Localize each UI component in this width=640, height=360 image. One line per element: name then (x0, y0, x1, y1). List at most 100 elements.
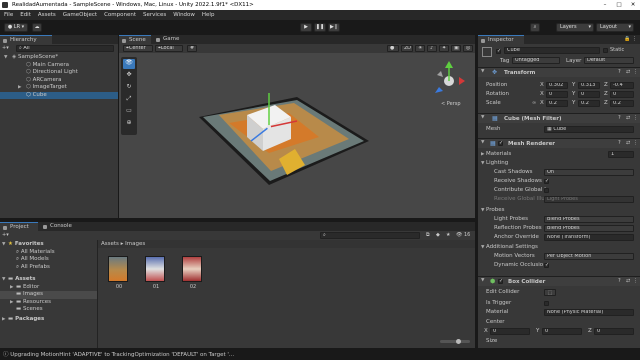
mesh-field[interactable]: ▦ Cube (544, 126, 634, 133)
expand-arrow-icon[interactable]: ▼ (481, 244, 484, 252)
close-icon[interactable]: ✕ (626, 0, 640, 10)
transform-header[interactable]: ▼ ✥ Transform ? ⇄ ⋮ (478, 67, 640, 77)
mesh-renderer-header[interactable]: ▼ ▦ Mesh Renderer ? ⇄ ⋮ (478, 138, 640, 148)
component-menu-icon[interactable]: ⋮ (633, 140, 638, 146)
component-menu-icon[interactable]: ⋮ (633, 69, 638, 75)
edit-collider-button[interactable]: ⬚ (544, 289, 556, 296)
asset-thumbnail[interactable]: 02 (182, 256, 204, 292)
orientation-gizmo[interactable] (435, 61, 465, 93)
is-trigger-checkbox[interactable] (544, 301, 549, 306)
collapse-arrow-icon[interactable]: ▼ (481, 278, 484, 283)
cast-shadows-dropdown[interactable]: On (544, 169, 634, 176)
help-icon[interactable]: ? (618, 278, 621, 284)
asset-thumbnail[interactable]: 01 (145, 256, 167, 292)
project-search-input[interactable]: ⌕ (320, 232, 420, 239)
rotation-y-input[interactable]: 0 (578, 91, 600, 98)
mesh-filter-header[interactable]: ▼ ▦ Cube (Mesh Filter) ? ⇄ ⋮ (478, 113, 640, 123)
help-icon[interactable]: ? (618, 115, 621, 121)
center-y-input[interactable]: 0 (542, 328, 582, 335)
favorite-item[interactable]: ⌕ All Models (0, 256, 97, 264)
folder-item[interactable]: ▶ ▬ Editor (0, 284, 97, 292)
search-icon[interactable]: ⌕ (530, 23, 540, 32)
lock-icon[interactable]: 🔒 (624, 36, 630, 42)
box-collider-header[interactable]: ▼ ⬢ Box Collider ? ⇄ ⋮ (478, 276, 640, 286)
hierarchy-item[interactable]: ⬡ Directional Light (0, 69, 118, 77)
layers-dropdown[interactable]: Layers ▾ (556, 23, 594, 32)
zoom-slider[interactable] (440, 338, 470, 344)
center-z-input[interactable]: 0 (594, 328, 634, 335)
tab-project[interactable]: Project (0, 222, 38, 231)
shading-icon[interactable]: ● (387, 45, 399, 52)
breadcrumb-images[interactable]: Images (125, 241, 145, 247)
asset-thumbnail[interactable]: 00 (108, 256, 130, 292)
hierarchy-item[interactable]: ⬡ Main Camera (0, 62, 118, 70)
tab-hierarchy[interactable]: Hierarchy (0, 35, 52, 44)
preset-icon[interactable]: ⇄ (626, 278, 630, 284)
collapse-arrow-icon[interactable]: ▼ (481, 69, 484, 74)
pause-button[interactable]: ❚❚ (314, 23, 326, 32)
favorites-header[interactable]: ▼ ★ Favorites (0, 241, 97, 249)
collapse-arrow-icon[interactable]: ▼ (481, 115, 484, 120)
audio-icon[interactable]: ♪ (427, 45, 437, 52)
filter-icon[interactable]: ⧉ (426, 232, 430, 238)
favorite-icon[interactable]: ★ (446, 232, 450, 238)
expand-arrow-icon[interactable]: ▶ (10, 284, 13, 292)
folder-item[interactable]: ▬ Scenes (0, 306, 97, 314)
expand-arrow-icon[interactable]: ▼ (481, 207, 484, 215)
step-button[interactable]: ▶❙ (328, 23, 340, 32)
expand-arrow-icon[interactable]: ▼ (2, 241, 5, 249)
space-dropdown[interactable]: ⌖Local (155, 45, 183, 52)
expand-arrow-icon[interactable]: ▼ (481, 160, 484, 168)
status-message[interactable]: Upgrading MotionHint 'ADAPTIVE' to Track… (10, 352, 234, 358)
hierarchy-search-input[interactable]: ⌕ All (16, 45, 114, 52)
folder-item[interactable]: ▶ ▬ Resources (0, 299, 97, 307)
receive-shadows-checkbox[interactable] (544, 178, 549, 186)
component-menu-icon[interactable]: ⋮ (633, 278, 638, 284)
menu-window[interactable]: Window (173, 12, 195, 18)
tab-game[interactable]: Game (153, 35, 185, 44)
packages-header[interactable]: ▶ ▬ Packages (0, 316, 97, 324)
expand-arrow-icon[interactable]: ▼ (2, 276, 5, 284)
position-y-input[interactable]: 0.313 (578, 82, 600, 89)
help-icon[interactable]: ? (618, 140, 621, 146)
expand-arrow-icon[interactable]: ▶ (481, 151, 484, 159)
scene-row[interactable]: ▼ ◈ SampleScene* (0, 54, 118, 62)
zoom-slider-handle[interactable] (456, 338, 461, 344)
breadcrumb-assets[interactable]: Assets (101, 241, 119, 247)
rotation-x-input[interactable]: 0 (546, 91, 568, 98)
menu-edit[interactable]: Edit (20, 12, 31, 18)
position-x-input[interactable]: 0.302 (546, 82, 568, 89)
pivot-dropdown[interactable]: ⌖Center (123, 45, 153, 52)
menu-component[interactable]: Component (104, 12, 136, 18)
menu-help[interactable]: Help (202, 12, 215, 18)
active-checkbox[interactable] (496, 48, 501, 54)
light-probes-dropdown[interactable]: Blend Probes (544, 216, 634, 223)
box-collider-enabled-checkbox[interactable] (498, 278, 503, 284)
help-icon[interactable]: ? (618, 69, 621, 75)
anchor-override-field[interactable]: None (Transform) (544, 234, 634, 241)
gizmo-center[interactable] (267, 125, 271, 129)
play-button[interactable]: ▶ (300, 23, 312, 32)
hierarchy-item[interactable]: ⬡ ARCamera (0, 77, 118, 85)
visibility-icon[interactable]: 👁 (456, 232, 462, 238)
cloud-icon[interactable]: ☁ (32, 23, 42, 32)
hierarchy-item[interactable]: ▶ ⬡ ImageTarget (0, 84, 118, 92)
expand-arrow-icon[interactable]: ▶ (2, 316, 5, 324)
center-x-input[interactable]: 0 (490, 328, 530, 335)
component-menu-icon[interactable]: ⋮ (633, 115, 638, 121)
favorite-item[interactable]: ⌕ All Materials (0, 249, 97, 257)
tab-console[interactable]: Console (40, 222, 80, 231)
object-name-input[interactable]: Cube (504, 47, 600, 54)
effects-icon[interactable]: ✦ (439, 45, 449, 52)
menu-gameobject[interactable]: GameObject (63, 12, 97, 18)
probes-section[interactable]: ▼ Probes (478, 207, 640, 215)
tab-scene[interactable]: Scene (119, 35, 151, 44)
contribute-gi-checkbox[interactable] (544, 188, 549, 193)
position-z-input[interactable]: -0.4 (610, 82, 634, 89)
grid-snap-icon[interactable]: # (187, 45, 197, 52)
reflection-probes-dropdown[interactable]: Blend Probes (544, 225, 634, 232)
collapse-arrow-icon[interactable]: ▼ (481, 140, 484, 145)
label-icon[interactable]: ◆ (436, 232, 440, 238)
mesh-renderer-enabled-checkbox[interactable] (498, 140, 503, 146)
scale-z-input[interactable]: 0.2 (610, 100, 634, 107)
